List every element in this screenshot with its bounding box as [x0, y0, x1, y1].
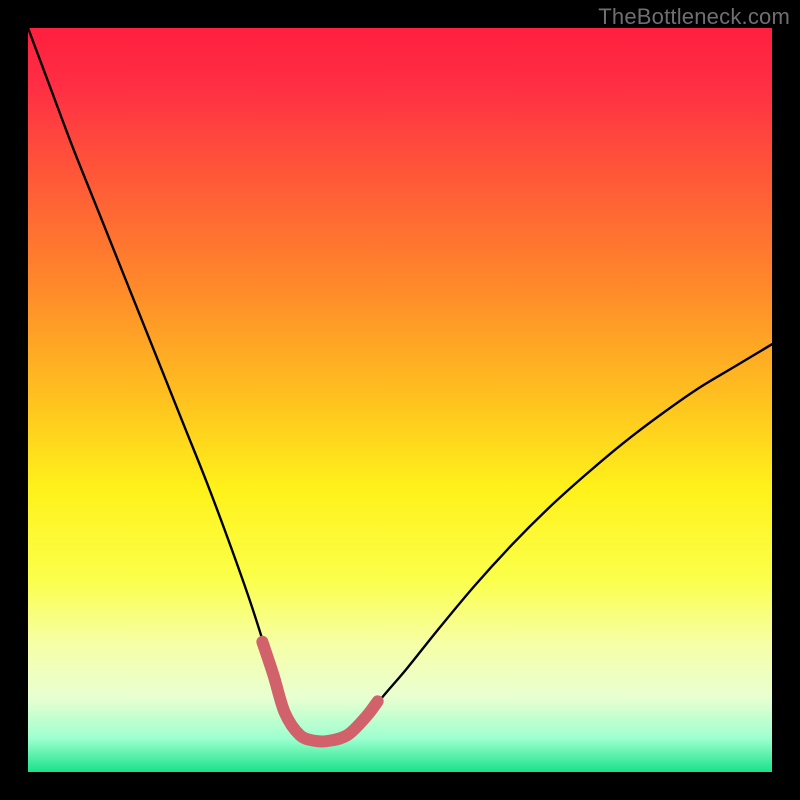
- gradient-background: [28, 28, 772, 772]
- watermark-text: TheBottleneck.com: [598, 4, 790, 30]
- plot-area: [28, 28, 772, 772]
- chart-svg: [28, 28, 772, 772]
- chart-frame: TheBottleneck.com: [0, 0, 800, 800]
